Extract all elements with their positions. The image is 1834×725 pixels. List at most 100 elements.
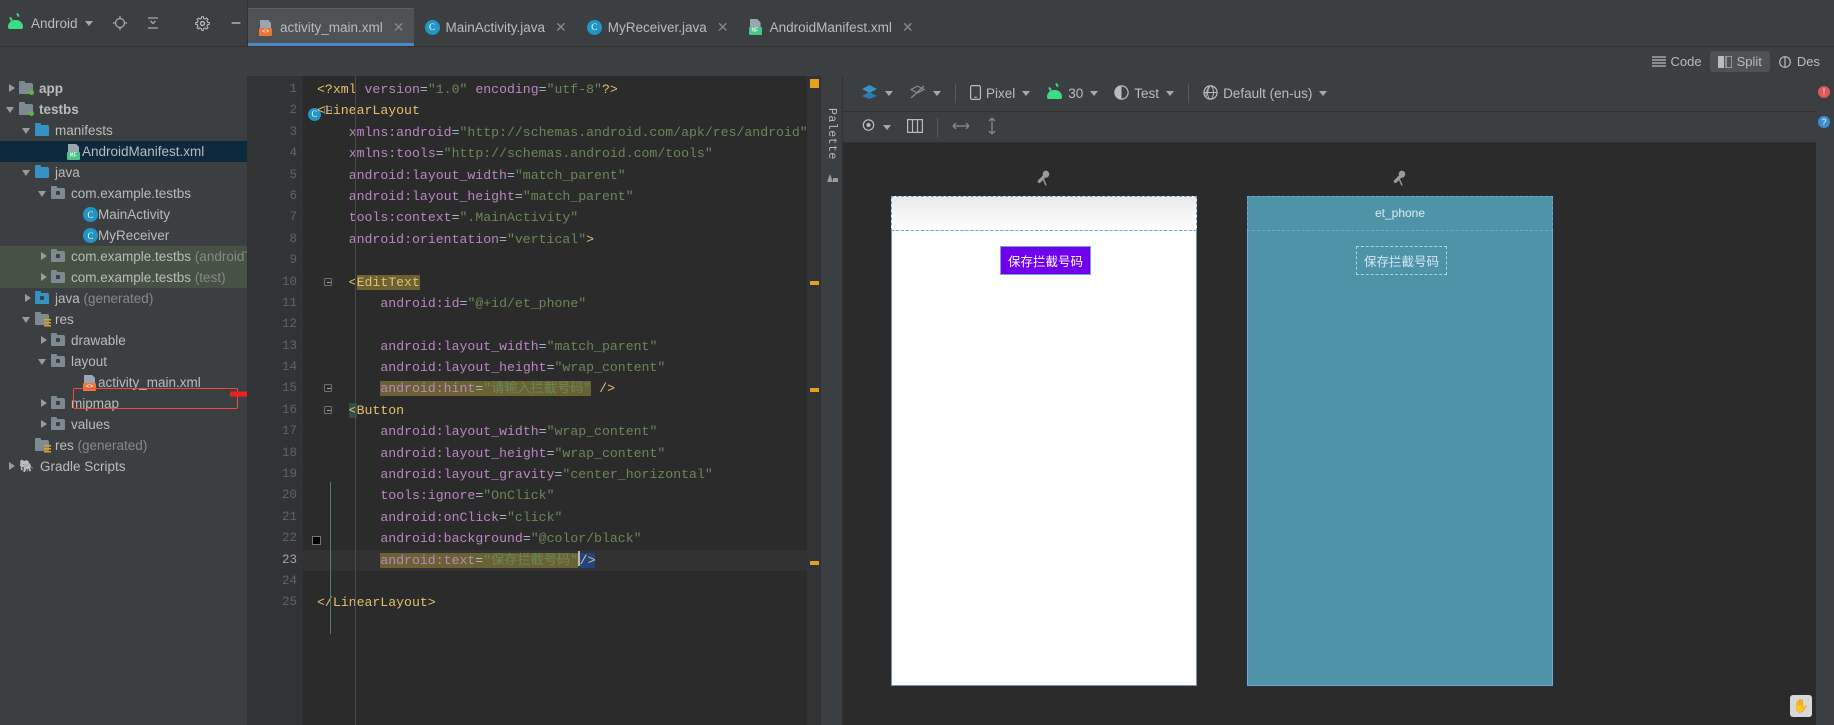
tree-item-drawable[interactable]: drawable: [0, 330, 247, 351]
code-line[interactable]: android:orientation="vertical">: [303, 229, 807, 250]
code-line[interactable]: <Button: [303, 400, 807, 421]
design-canvas[interactable]: 保存拦截号码 et_phone 保存拦截号码 ✋: [843, 143, 1834, 725]
gutter-line-number[interactable]: 4: [248, 143, 303, 164]
chevron-down-icon[interactable]: [22, 125, 33, 136]
tree-item-com-example-testbs[interactable]: com.example.testbs (test): [0, 267, 247, 288]
chevron-down-icon[interactable]: [933, 91, 941, 96]
code-line[interactable]: [303, 314, 807, 335]
locale-selector[interactable]: Default (en-us): [1195, 83, 1335, 105]
gutter-line-number[interactable]: 9: [248, 250, 303, 271]
gutter-line-number[interactable]: 22: [248, 528, 321, 549]
blueprint-toggle-button[interactable]: [901, 82, 949, 105]
device-selector[interactable]: Pixel: [962, 83, 1038, 105]
chevron-right-icon[interactable]: [38, 251, 49, 262]
tree-item-values[interactable]: values: [0, 414, 247, 435]
wrench-icon[interactable]: [1037, 170, 1051, 189]
gutter-line-number[interactable]: 20: [248, 485, 303, 506]
editor-tab-androidmanifest[interactable]: MF AndroidManifest.xml ✕: [738, 8, 923, 46]
chevron-down-icon[interactable]: [1319, 91, 1328, 96]
api-level-selector[interactable]: 30: [1038, 84, 1106, 103]
close-icon[interactable]: ✕: [717, 19, 729, 36]
code-line[interactable]: android:onClick="click": [303, 507, 807, 528]
code-line[interactable]: android:layout_height="wrap_content": [303, 357, 807, 378]
code-line[interactable]: android:layout_width="wrap_content": [303, 421, 807, 442]
wrench-icon[interactable]: [1393, 170, 1407, 189]
blueprint-save-button[interactable]: 保存拦截号码: [1356, 246, 1448, 275]
gutter-line-number[interactable]: 6: [248, 186, 303, 207]
chevron-down-icon[interactable]: [1090, 91, 1099, 96]
code-line[interactable]: [303, 250, 807, 271]
gutter-line-number[interactable]: 2C: [248, 100, 332, 122]
editor-error-stripe[interactable]: [807, 76, 820, 725]
gutter-line-number[interactable]: 16: [248, 400, 332, 421]
blueprint-preview-device[interactable]: et_phone 保存拦截号码: [1247, 170, 1553, 686]
gutter-line-number[interactable]: 1: [248, 79, 303, 100]
code-editor[interactable]: 1 2 C 3 4 5 6 7 8 9 10 11 12 13 14 15 16 17 18 19 20 21 22 23 24…: [248, 76, 821, 725]
chevron-right-icon[interactable]: [6, 83, 17, 94]
code-line[interactable]: </LinearLayout>: [303, 592, 807, 613]
editor-gutter[interactable]: 1 2 C 3 4 5 6 7 8 9 10 11 12 13 14 15 16 17 18 19 20 21 22 23 24…: [248, 76, 332, 725]
code-line[interactable]: tools:context=".MainActivity": [303, 207, 807, 228]
collapse-all-icon[interactable]: [140, 10, 166, 36]
close-icon[interactable]: ✕: [902, 19, 914, 36]
code-line[interactable]: android:id="@+id/et_phone": [303, 293, 807, 314]
code-line[interactable]: xmlns:tools="http://schemas.android.com/…: [303, 143, 807, 164]
horizontal-resize-button[interactable]: [944, 118, 978, 137]
minimize-icon[interactable]: [223, 10, 249, 36]
gutter-line-number[interactable]: 21: [248, 507, 303, 528]
view-options-button[interactable]: [853, 117, 899, 138]
gutter-line-number[interactable]: 17: [248, 421, 303, 442]
tree-item-androidmanifest-xml[interactable]: MF AndroidManifest.xml: [0, 141, 247, 162]
blueprint-hint-box[interactable]: et_phone: [1247, 196, 1553, 231]
code-line[interactable]: android:layout_width="match_parent": [303, 336, 807, 357]
chevron-down-icon[interactable]: [84, 20, 93, 26]
gutter-line-number[interactable]: 23: [248, 550, 303, 571]
tree-item-com-example-testbs[interactable]: com.example.testbs: [0, 183, 247, 204]
chevron-down-icon[interactable]: [38, 356, 49, 367]
view-mode-design[interactable]: Des: [1770, 51, 1828, 72]
gutter-line-number[interactable]: 3: [248, 122, 303, 143]
gutter-line-number[interactable]: 15: [248, 378, 332, 399]
chevron-down-icon[interactable]: [885, 91, 893, 96]
chevron-right-icon[interactable]: [22, 293, 33, 304]
gutter-line-number[interactable]: 8: [248, 229, 303, 250]
theme-selector[interactable]: Test: [1106, 83, 1182, 105]
tree-item-res[interactable]: res (generated): [0, 435, 247, 456]
chevron-right-icon[interactable]: [38, 335, 49, 346]
code-line[interactable]: android:layout_height="match_parent": [303, 186, 807, 207]
settings-icon[interactable]: [190, 10, 216, 36]
code-line[interactable]: android:text="保存拦截号码"/>: [303, 549, 807, 571]
chevron-right-icon[interactable]: [38, 398, 49, 409]
code-line[interactable]: tools:ignore="OnClick": [303, 485, 807, 506]
editor-code-area[interactable]: <?xml version="1.0" encoding="utf-8"?> <L…: [303, 76, 807, 725]
tree-item-com-example-testbs[interactable]: com.example.testbs (androidTest): [0, 246, 247, 267]
tree-item-res[interactable]: res: [0, 309, 247, 330]
design-surface-button[interactable]: [853, 82, 901, 105]
gutter-line-number[interactable]: 13: [248, 336, 303, 357]
tree-item-manifests[interactable]: manifests: [0, 120, 247, 141]
error-badge[interactable]: !: [1818, 86, 1830, 98]
editor-tab-myreceiver[interactable]: C MyReceiver.java ✕: [576, 8, 738, 46]
design-preview-device[interactable]: 保存拦截号码: [891, 170, 1197, 686]
tree-item-mainactivity[interactable]: C MainActivity: [0, 204, 247, 225]
chevron-down-icon[interactable]: [6, 104, 17, 115]
editor-tab-mainactivity[interactable]: C MainActivity.java ✕: [414, 8, 576, 46]
editor-tab-activity_main[interactable]: <> activity_main.xml ✕: [248, 8, 414, 46]
gutter-line-number[interactable]: 11: [248, 293, 303, 314]
tree-item-java[interactable]: java (generated): [0, 288, 247, 309]
close-icon[interactable]: ✕: [555, 19, 567, 36]
code-line[interactable]: android:hint="请输入拦截号码" />: [303, 378, 807, 399]
chevron-down-icon[interactable]: [1166, 91, 1175, 96]
columns-layout-button[interactable]: [899, 117, 931, 138]
tree-item-java[interactable]: java: [0, 162, 247, 183]
chevron-down-icon[interactable]: [22, 167, 33, 178]
view-mode-split[interactable]: Split: [1709, 51, 1770, 72]
gutter-line-number[interactable]: 7: [248, 207, 303, 228]
palette-strip[interactable]: Palette: [821, 76, 843, 725]
gutter-line-number[interactable]: 12: [248, 314, 303, 335]
gutter-line-number[interactable]: 25: [248, 592, 303, 613]
palette-label[interactable]: Palette: [825, 108, 838, 160]
tree-item-activity-main-xml[interactable]: <> activity_main.xml: [0, 372, 247, 393]
code-line[interactable]: <?xml version="1.0" encoding="utf-8"?>: [303, 79, 807, 100]
gutter-line-number[interactable]: 18: [248, 443, 303, 464]
